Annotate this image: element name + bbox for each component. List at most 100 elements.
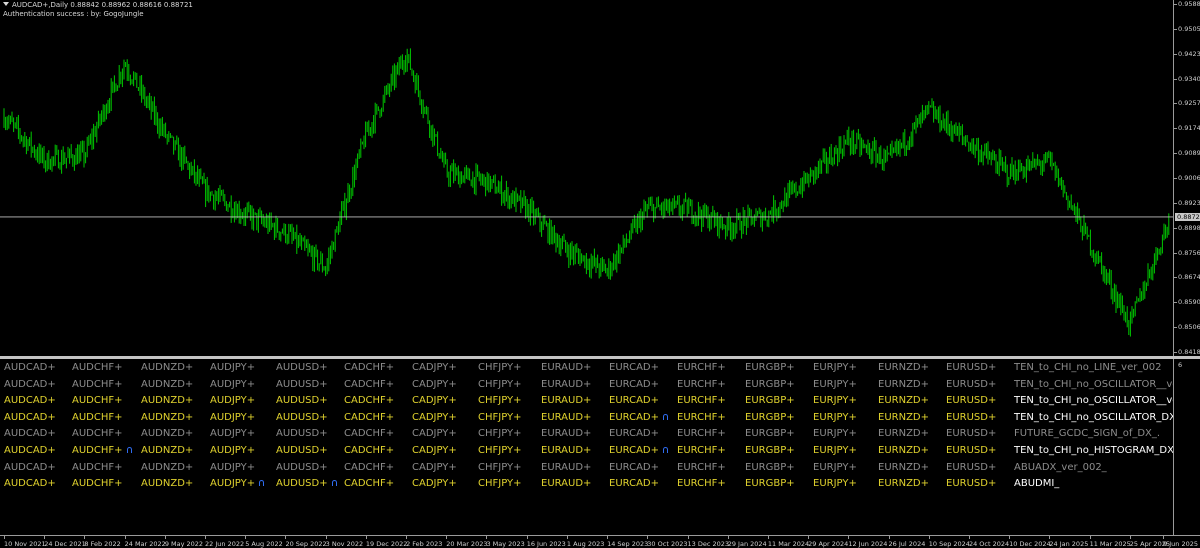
symbol-cell[interactable]: AUDUSD+ xyxy=(276,443,328,460)
symbol-cell[interactable]: AUDUSD+ xyxy=(276,426,328,443)
symbol-cell[interactable]: CHFJPY+ xyxy=(478,360,522,377)
symbol-cell[interactable]: CADJPY+ xyxy=(412,426,457,443)
symbol-cell[interactable]: CADJPY+ xyxy=(412,476,457,493)
symbol-cell[interactable]: AUDJPY+ xyxy=(210,476,265,493)
symbol-cell[interactable]: CADCHF+ xyxy=(344,393,394,410)
symbol-cell[interactable]: EURUSD+ xyxy=(946,393,996,410)
symbol-cell[interactable]: CADJPY+ xyxy=(412,377,457,394)
symbol-cell[interactable]: EURGBP+ xyxy=(745,377,795,394)
symbol-cell[interactable]: CADCHF+ xyxy=(344,410,394,427)
symbol-cell[interactable]: CADCHF+ xyxy=(344,460,394,477)
symbol-cell[interactable]: EURNZD+ xyxy=(878,443,929,460)
symbol-cell[interactable]: EURUSD+ xyxy=(946,443,996,460)
symbol-cell[interactable]: CHFJPY+ xyxy=(478,377,522,394)
symbol-cell[interactable]: EURAUD+ xyxy=(541,360,591,377)
symbol-cell[interactable]: AUDCAD+ xyxy=(4,377,56,394)
symbol-cell[interactable]: EURAUD+ xyxy=(541,393,591,410)
symbol-cell[interactable]: CADCHF+ xyxy=(344,426,394,443)
symbol-cell[interactable]: EURCAD+ xyxy=(609,377,659,394)
symbol-cell[interactable]: AUDCAD+ xyxy=(4,393,56,410)
symbol-cell[interactable]: EURCAD+ xyxy=(609,426,659,443)
price-chart[interactable] xyxy=(0,0,1174,356)
symbol-cell[interactable]: AUDJPY+ xyxy=(210,443,255,460)
symbol-cell[interactable]: AUDNZD+ xyxy=(141,393,193,410)
time-axis[interactable]: 10 Nov 2021 24 Dec 2021 8 Feb 2022 24 Mar 2… xyxy=(0,535,1200,548)
symbol-cell[interactable]: EURJPY+ xyxy=(813,476,857,493)
symbol-cell[interactable]: AUDUSD+ xyxy=(276,410,328,427)
symbol-cell[interactable]: AUDCHF+ xyxy=(72,460,123,477)
symbol-cell[interactable]: EURCHF+ xyxy=(677,460,726,477)
symbol-cell[interactable]: AUDUSD+ xyxy=(276,377,328,394)
symbol-cell[interactable]: EURCAD+ xyxy=(609,476,659,493)
symbol-cell[interactable]: EURUSD+ xyxy=(946,377,996,394)
symbol-cell[interactable]: AUDNZD+ xyxy=(141,360,193,377)
symbol-cell[interactable]: AUDUSD+ xyxy=(276,460,328,477)
symbol-cell[interactable]: CADCHF+ xyxy=(344,443,394,460)
symbol-cell[interactable]: AUDJPY+ xyxy=(210,460,255,477)
symbol-cell[interactable]: EURCHF+ xyxy=(677,426,726,443)
symbol-cell[interactable]: EURUSD+ xyxy=(946,360,996,377)
symbol-cell[interactable]: AUDNZD+ xyxy=(141,443,193,460)
symbol-cell[interactable]: AUDJPY+ xyxy=(210,360,255,377)
symbol-cell[interactable]: EURGBP+ xyxy=(745,460,795,477)
symbol-cell[interactable]: AUDCAD+ xyxy=(4,426,56,443)
symbol-cell[interactable]: EURGBP+ xyxy=(745,360,795,377)
symbol-cell[interactable]: EURJPY+ xyxy=(813,393,857,410)
symbol-cell[interactable]: EURCHF+ xyxy=(677,377,726,394)
symbol-cell[interactable]: EURUSD+ xyxy=(946,460,996,477)
symbol-cell[interactable]: CHFJPY+ xyxy=(478,410,522,427)
symbol-cell[interactable]: AUDUSD+ xyxy=(276,393,328,410)
sub-window-axis[interactable]: 6 xyxy=(1174,359,1200,535)
symbol-cell[interactable]: EURUSD+ xyxy=(946,410,996,427)
symbol-cell[interactable]: AUDUSD+ xyxy=(276,360,328,377)
symbol-cell[interactable]: EURNZD+ xyxy=(878,393,929,410)
symbol-cell[interactable]: EURUSD+ xyxy=(946,476,996,493)
symbol-cell[interactable]: EURCHF+ xyxy=(677,410,726,427)
symbol-cell[interactable]: EURCAD+ xyxy=(609,443,668,460)
symbol-cell[interactable]: CHFJPY+ xyxy=(478,393,522,410)
symbol-cell[interactable]: AUDNZD+ xyxy=(141,377,193,394)
symbol-cell[interactable]: EURGBP+ xyxy=(745,393,795,410)
symbol-cell[interactable]: EURAUD+ xyxy=(541,443,591,460)
symbol-cell[interactable]: AUDJPY+ xyxy=(210,393,255,410)
symbol-cell[interactable]: CADCHF+ xyxy=(344,360,394,377)
symbol-cell[interactable]: EURNZD+ xyxy=(878,426,929,443)
symbol-cell[interactable]: AUDCHF+ xyxy=(72,410,123,427)
symbol-cell[interactable]: EURAUD+ xyxy=(541,377,591,394)
symbol-cell[interactable]: AUDNZD+ xyxy=(141,460,193,477)
symbol-cell[interactable]: AUDNZD+ xyxy=(141,476,193,493)
symbol-cell[interactable]: EURJPY+ xyxy=(813,377,857,394)
symbol-cell[interactable]: AUDNZD+ xyxy=(141,410,193,427)
symbol-cell[interactable]: EURJPY+ xyxy=(813,360,857,377)
symbol-cell[interactable]: EURCHF+ xyxy=(677,476,726,493)
price-axis[interactable]: 0.95880 0.95050 0.94230 0.93400 0.92570 0.917… xyxy=(1174,0,1200,356)
symbol-cell[interactable]: CADJPY+ xyxy=(412,393,457,410)
symbol-cell[interactable]: AUDCAD+ xyxy=(4,460,56,477)
symbol-cell[interactable]: EURJPY+ xyxy=(813,460,857,477)
symbol-cell[interactable]: EURNZD+ xyxy=(878,410,929,427)
symbol-cell[interactable]: EURNZD+ xyxy=(878,476,929,493)
symbol-cell[interactable]: AUDCHF+ xyxy=(72,476,123,493)
symbol-cell[interactable]: CHFJPY+ xyxy=(478,443,522,460)
symbol-cell[interactable]: AUDJPY+ xyxy=(210,377,255,394)
symbol-cell[interactable]: CHFJPY+ xyxy=(478,426,522,443)
symbol-cell[interactable]: AUDCAD+ xyxy=(4,476,56,493)
symbol-cell[interactable]: AUDCHF+ xyxy=(72,426,123,443)
symbol-cell[interactable]: EURCHF+ xyxy=(677,360,726,377)
symbol-cell[interactable]: AUDCHF+ xyxy=(72,443,132,460)
dropdown-triangle-icon[interactable] xyxy=(3,2,9,6)
symbol-cell[interactable]: EURAUD+ xyxy=(541,460,591,477)
symbol-cell[interactable]: EURCHF+ xyxy=(677,443,726,460)
symbol-cell[interactable]: CADJPY+ xyxy=(412,443,457,460)
symbol-cell[interactable]: EURAUD+ xyxy=(541,476,591,493)
symbol-cell[interactable]: EURCHF+ xyxy=(677,393,726,410)
symbol-cell[interactable]: CADJPY+ xyxy=(412,410,457,427)
symbol-cell[interactable]: EURGBP+ xyxy=(745,426,795,443)
symbol-cell[interactable]: EURCAD+ xyxy=(609,393,659,410)
symbol-cell[interactable]: EURJPY+ xyxy=(813,443,857,460)
symbol-cell[interactable]: EURJPY+ xyxy=(813,410,857,427)
symbol-cell[interactable]: EURNZD+ xyxy=(878,360,929,377)
symbol-cell[interactable]: AUDCHF+ xyxy=(72,393,123,410)
symbol-cell[interactable]: EURAUD+ xyxy=(541,426,591,443)
symbol-cell[interactable]: AUDCAD+ xyxy=(4,443,56,460)
